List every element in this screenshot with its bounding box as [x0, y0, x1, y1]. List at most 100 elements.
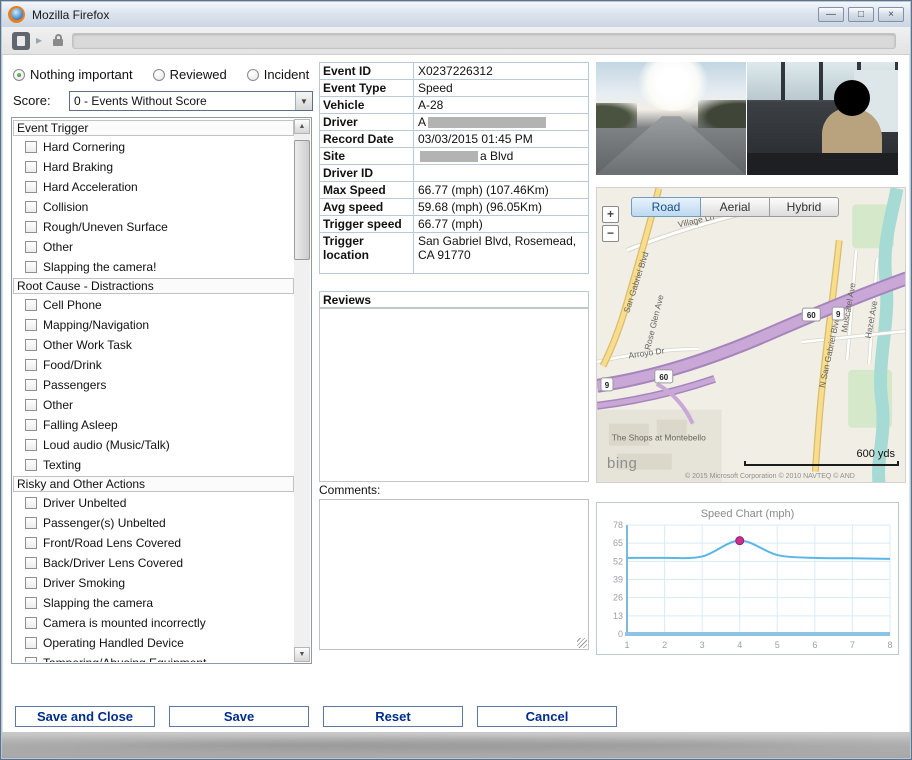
checklist-item[interactable]: Collision — [13, 197, 294, 217]
detail-value: 59.68 (mph) (96.05Km) — [414, 199, 588, 215]
checklist-item[interactable]: Tampering/Abusing Equipment — [13, 653, 294, 662]
checkbox-icon[interactable] — [25, 459, 37, 471]
button-cancel[interactable]: Cancel — [477, 706, 617, 727]
checkbox-icon[interactable] — [25, 517, 37, 529]
checkbox-icon[interactable] — [25, 617, 37, 629]
zoom-out-button[interactable]: − — [602, 225, 619, 242]
checklist-item[interactable]: Hard Braking — [13, 157, 294, 177]
checklist-item-label: Driver Smoking — [43, 576, 125, 590]
bing-logo: bing — [607, 455, 637, 472]
scroll-down-button[interactable]: ▼ — [294, 647, 310, 662]
radio-icon[interactable] — [247, 69, 259, 81]
checkbox-icon[interactable] — [25, 241, 37, 253]
checkbox-icon[interactable] — [25, 577, 37, 589]
url-bar[interactable] — [72, 33, 896, 49]
scroll-track[interactable] — [294, 134, 310, 647]
footer-buttons: Save and Close Save Reset Cancel — [15, 706, 617, 728]
cab-dashboard — [747, 153, 898, 175]
checkbox-icon[interactable] — [25, 379, 37, 391]
page-icon-inner — [17, 36, 25, 46]
svg-text:60: 60 — [659, 373, 668, 382]
radio-icon[interactable] — [13, 69, 25, 81]
checklist-item[interactable]: Driver Smoking — [13, 573, 294, 593]
checkbox-icon[interactable] — [25, 399, 37, 411]
minimize-button[interactable]: — — [818, 7, 844, 22]
checkbox-icon[interactable] — [25, 497, 37, 509]
status-radio-nothing-important[interactable]: Nothing important — [13, 67, 133, 82]
checkbox-icon[interactable] — [25, 439, 37, 451]
checklist-item-label: Rough/Uneven Surface — [43, 220, 168, 234]
checkbox-icon[interactable] — [25, 319, 37, 331]
scroll-thumb[interactable] — [294, 140, 310, 260]
button-save-and-close[interactable]: Save and Close — [15, 706, 155, 727]
checkbox-icon[interactable] — [25, 597, 37, 609]
checkbox-icon[interactable] — [25, 299, 37, 311]
checkbox-icon[interactable] — [25, 181, 37, 193]
chart-title: Speed Chart (mph) — [701, 508, 795, 520]
resize-grip-icon[interactable] — [577, 638, 587, 648]
checkbox-icon[interactable] — [25, 141, 37, 153]
checklist-item[interactable]: Driver Unbelted — [13, 493, 294, 513]
score-row: Score: 0 - Events Without Score ▼ — [13, 91, 51, 111]
checkbox-icon[interactable] — [25, 221, 37, 233]
checkbox-icon[interactable] — [25, 537, 37, 549]
checkbox-icon[interactable] — [25, 161, 37, 173]
checkbox-icon[interactable] — [25, 557, 37, 569]
checklist-item[interactable]: Loud audio (Music/Talk) — [13, 435, 294, 455]
checklist-item[interactable]: Other — [13, 395, 294, 415]
checklist-item[interactable]: Texting — [13, 455, 294, 475]
button-save[interactable]: Save — [169, 706, 309, 727]
button-reset[interactable]: Reset — [323, 706, 463, 727]
checklist-item[interactable]: Rough/Uneven Surface — [13, 217, 294, 237]
speed-chart-panel: Speed Chart (mph)013263952657812345678 — [596, 502, 899, 655]
detail-value: X0237226312 — [414, 63, 588, 79]
status-radio-reviewed[interactable]: Reviewed — [153, 67, 227, 82]
detail-label: Avg speed — [320, 199, 414, 215]
checkbox-icon[interactable] — [25, 339, 37, 351]
map-view-aerial[interactable]: Aerial — [700, 197, 770, 217]
radio-icon[interactable] — [153, 69, 165, 81]
close-button[interactable]: × — [878, 7, 904, 22]
dropdown-arrow-button[interactable]: ▼ — [295, 92, 312, 110]
checklist-item[interactable]: Hard Cornering — [13, 137, 294, 157]
route-shield: 9 — [601, 378, 613, 391]
checklist-item[interactable]: Passenger(s) Unbelted — [13, 513, 294, 533]
status-radio-incident[interactable]: Incident — [247, 67, 310, 82]
checklist-item[interactable]: Other — [13, 237, 294, 257]
checklist-item[interactable]: Front/Road Lens Covered — [13, 533, 294, 553]
checkbox-icon[interactable] — [25, 637, 37, 649]
status-radio-group: Nothing important Reviewed Incident — [13, 67, 329, 82]
chart-ytick-label: 65 — [613, 538, 623, 548]
checkbox-icon[interactable] — [25, 657, 37, 662]
checklist-item[interactable]: Mapping/Navigation — [13, 315, 294, 335]
redaction-box — [420, 151, 478, 162]
checklist-item[interactable]: Hard Acceleration — [13, 177, 294, 197]
map-panel[interactable]: Village LnSan Gabriel BlvdRose Glen AveA… — [596, 187, 906, 483]
checkbox-icon[interactable] — [25, 359, 37, 371]
zoom-in-button[interactable]: + — [602, 206, 619, 223]
maximize-button[interactable]: □ — [848, 7, 874, 22]
checkbox-icon[interactable] — [25, 201, 37, 213]
checklist-item[interactable]: Cell Phone — [13, 295, 294, 315]
checklist-scrollbar[interactable]: ▲ ▼ — [294, 119, 310, 662]
checklist-item[interactable]: Falling Asleep — [13, 415, 294, 435]
map-view-hybrid[interactable]: Hybrid — [769, 197, 839, 217]
detail-value: 66.77 (mph) — [414, 216, 588, 232]
detail-label: Driver ID — [320, 165, 414, 181]
score-dropdown[interactable]: 0 - Events Without Score ▼ — [69, 91, 313, 111]
map-view-road[interactable]: Road — [631, 197, 701, 217]
checklist-item[interactable]: Food/Drink — [13, 355, 294, 375]
checkbox-icon[interactable] — [25, 419, 37, 431]
checkbox-icon[interactable] — [25, 261, 37, 273]
checklist-item[interactable]: Slapping the camera — [13, 593, 294, 613]
comments-label: Comments: — [319, 483, 380, 497]
checklist-item[interactable]: Slapping the camera! — [13, 257, 294, 277]
scroll-up-button[interactable]: ▲ — [294, 119, 310, 134]
page-icon[interactable] — [12, 32, 30, 50]
checklist-item[interactable]: Operating Handled Device — [13, 633, 294, 653]
checklist-item[interactable]: Camera is mounted incorrectly — [13, 613, 294, 633]
checklist-item[interactable]: Passengers — [13, 375, 294, 395]
checklist-item[interactable]: Other Work Task — [13, 335, 294, 355]
checklist-item[interactable]: Back/Driver Lens Covered — [13, 553, 294, 573]
comments-input[interactable] — [319, 499, 589, 650]
